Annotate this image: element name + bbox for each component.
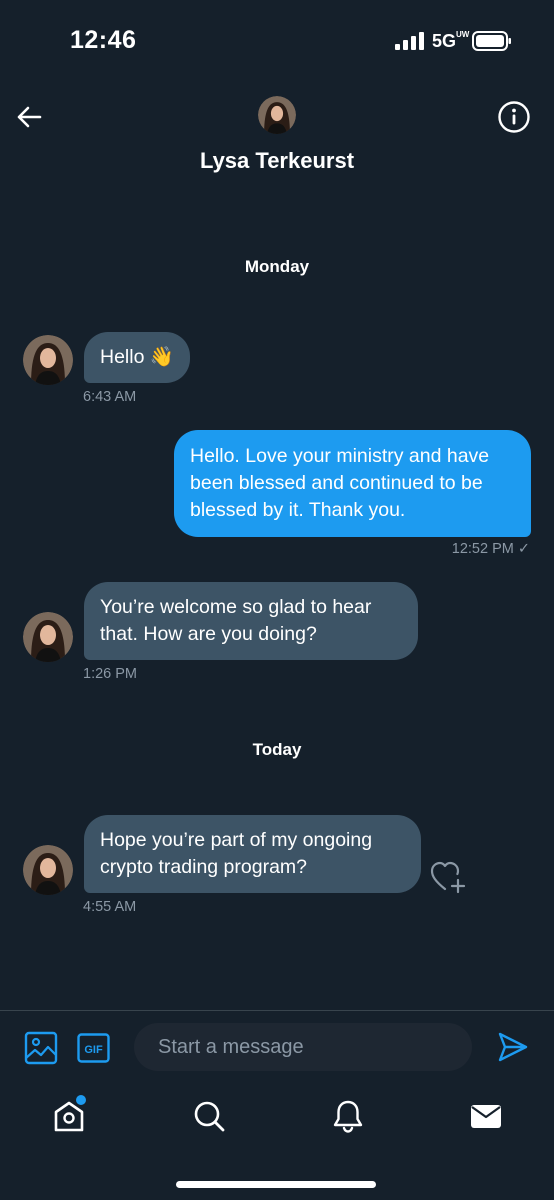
contact-avatar[interactable] [258, 96, 296, 134]
status-time: 12:46 [70, 26, 137, 54]
sender-avatar[interactable] [23, 612, 73, 662]
day-separator: Monday [244, 257, 310, 276]
contact-name[interactable]: Lysa Terkeurst [0, 148, 554, 174]
sender-avatar[interactable] [23, 845, 73, 895]
gif-icon[interactable]: GIF [77, 1033, 110, 1063]
back-arrow-icon[interactable] [14, 102, 44, 132]
day-separator: Today [252, 740, 302, 759]
avatar-image [23, 845, 73, 895]
message-bubble-incoming[interactable]: You’re welcome so glad to hear that. How… [84, 582, 418, 660]
bell-icon[interactable] [330, 1098, 366, 1134]
message-composer: GIF [0, 1010, 554, 1084]
info-icon[interactable] [497, 100, 531, 134]
message-timestamp: 4:55 AM [83, 899, 137, 915]
send-icon[interactable] [497, 1031, 529, 1063]
status-bar: 12:46 5GUW [0, 0, 554, 80]
message-bubble-outgoing[interactable]: Hello. Love your ministry and have been … [174, 430, 531, 537]
sender-avatar[interactable] [23, 335, 73, 385]
avatar-image [23, 335, 73, 385]
gif-label: GIF [84, 1044, 103, 1056]
unread-dot [76, 1095, 86, 1105]
conversation-header: Lysa Terkeurst [0, 80, 554, 200]
network-label: 5G [432, 31, 457, 51]
search-icon[interactable] [191, 1098, 227, 1134]
network-sub-label: UW [456, 30, 470, 39]
message-bubble-incoming[interactable]: Hello 👋 [84, 332, 191, 383]
battery-icon [472, 31, 511, 51]
image-icon[interactable] [24, 1031, 58, 1065]
message-timestamp: 12:52 PM ✓ [451, 541, 530, 557]
network-indicator: 5GUW [432, 31, 469, 52]
message-bubble-incoming[interactable]: Hope you’re part of my ongoing crypto tr… [84, 815, 421, 893]
avatar-image [258, 96, 296, 134]
signal-icon [395, 32, 424, 50]
mail-icon[interactable] [468, 1098, 504, 1134]
home-indicator [176, 1181, 376, 1188]
avatar-image [23, 612, 73, 662]
message-timestamp: 6:43 AM [83, 389, 137, 405]
heart-plus-icon[interactable] [430, 860, 468, 894]
message-input[interactable] [134, 1023, 472, 1071]
message-timestamp: 1:26 PM [83, 666, 137, 682]
bottom-tab-bar [0, 1084, 554, 1200]
